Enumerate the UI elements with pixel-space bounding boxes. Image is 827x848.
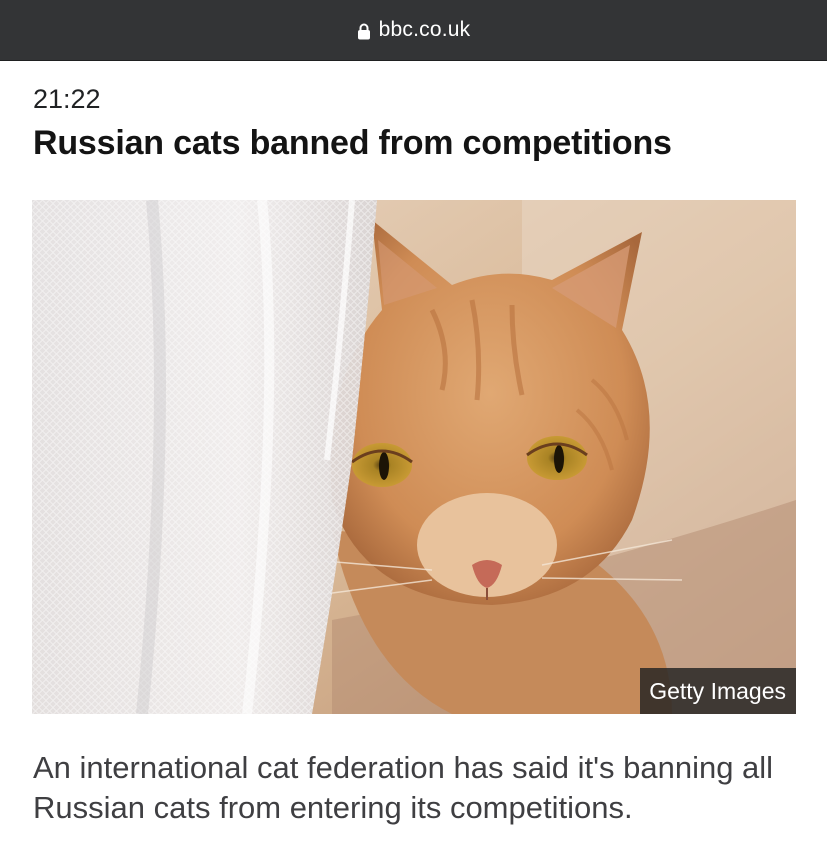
article-headline: Russian cats banned from competitions [33,124,672,162]
article-time: 21:22 [33,84,101,114]
article-image: Getty Images [32,200,796,714]
browser-url-bar[interactable]: bbc.co.uk [0,0,827,61]
lock-icon [357,23,370,39]
url-text: bbc.co.uk [378,18,471,41]
image-credit: Getty Images [640,668,796,714]
article-summary: An international cat federation has said… [33,750,774,825]
cat-photo [32,200,796,714]
